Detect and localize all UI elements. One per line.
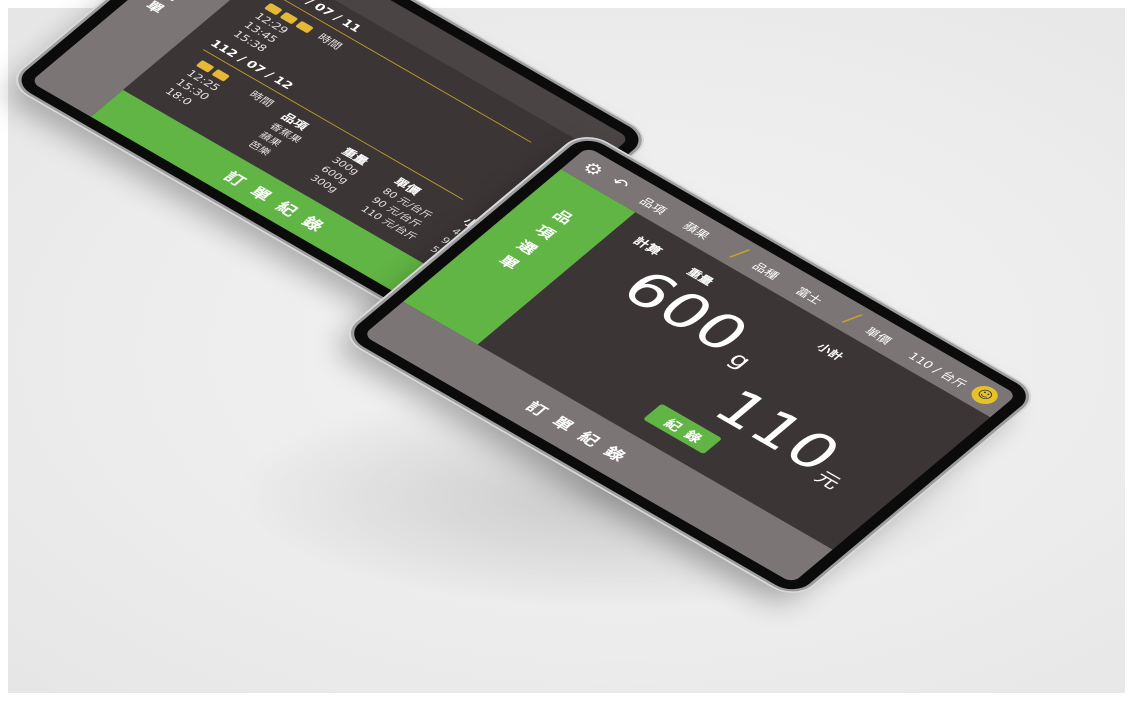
- gear-icon[interactable]: ⚙: [575, 156, 612, 181]
- separator: [728, 249, 751, 258]
- weight-value: 600: [607, 260, 763, 364]
- column-header: 時間: [314, 31, 345, 52]
- separator: [841, 314, 863, 323]
- undo-icon[interactable]: ↶: [601, 171, 638, 196]
- item-label: 品項: [636, 195, 669, 218]
- variety-value[interactable]: 富士: [792, 283, 827, 307]
- column-header: 時間: [246, 88, 277, 109]
- calc-label: 計算: [629, 234, 665, 258]
- variety-label: 品種: [748, 260, 782, 283]
- face-icon[interactable]: ☺: [966, 382, 1004, 408]
- sidebar-item-label: 品項選單: [136, 0, 216, 21]
- price-label: 單價: [861, 325, 894, 348]
- weight-unit: g: [722, 347, 757, 374]
- item-value[interactable]: 蘋果: [679, 218, 714, 242]
- order-icon: [295, 20, 314, 34]
- subtotal-label: 小計: [813, 341, 846, 363]
